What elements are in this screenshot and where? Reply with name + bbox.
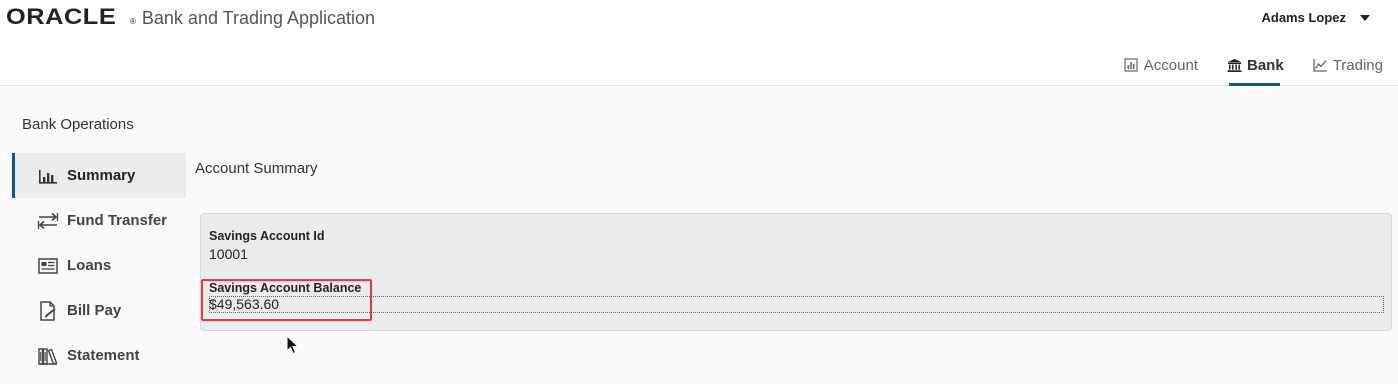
user-menu[interactable]: Adams Lopez: [1261, 10, 1370, 25]
account-id-field: Savings Account Id 10001: [209, 229, 325, 262]
mouse-cursor-icon: [286, 334, 300, 360]
oracle-logo: ORACLE ® Bank and Trading Application: [6, 4, 375, 30]
bar-chart-icon: [1124, 57, 1139, 73]
tab-account-label: Account: [1143, 56, 1198, 74]
bank-icon: [1227, 58, 1242, 73]
sidebar-item-label: Bill Pay: [67, 302, 122, 319]
top-nav: Account Bank Trading: [1110, 44, 1398, 86]
sidebar-item-summary[interactable]: Summary: [12, 153, 186, 198]
sidebar-item-label: Summary: [67, 167, 136, 184]
transfer-icon: [37, 211, 59, 231]
sidebar-item-label: Fund Transfer: [67, 212, 168, 229]
balance-focus-outline: [209, 296, 1384, 313]
account-id-value: 10001: [209, 246, 248, 262]
section-title: Bank Operations: [22, 116, 134, 133]
balance-highlight-box: [201, 279, 372, 321]
sidebar-item-label: Statement: [67, 347, 140, 364]
chevron-down-icon[interactable]: [1360, 14, 1370, 21]
loans-icon: [37, 256, 59, 276]
account-id-label: Savings Account Id: [209, 229, 325, 243]
sidebar-item-bill-pay[interactable]: Bill Pay: [12, 288, 186, 333]
app-header: ORACLE ® Bank and Trading Application Ad…: [0, 0, 1398, 86]
sidebar-item-fund-transfer[interactable]: Fund Transfer: [12, 198, 186, 243]
line-chart-icon: [1313, 58, 1328, 73]
app-title: Bank and Trading Application: [141, 8, 376, 28]
tab-bank[interactable]: Bank: [1213, 44, 1296, 86]
sidebar-item-statement[interactable]: Statement: [12, 333, 186, 378]
summary-chart-icon: [37, 166, 59, 186]
bill-pay-icon: [37, 300, 59, 321]
user-name[interactable]: Adams Lopez: [1261, 10, 1346, 25]
tab-trading[interactable]: Trading: [1299, 44, 1395, 86]
brand-name: ORACLE: [6, 4, 117, 29]
statement-icon: [37, 346, 59, 366]
tab-account[interactable]: Account: [1110, 44, 1210, 86]
sidebar-item-label: Loans: [67, 257, 112, 274]
account-summary-card: Savings Account Id 10001 Savings Account…: [200, 213, 1392, 331]
page-title: Account Summary: [195, 160, 318, 177]
tab-trading-label: Trading: [1332, 56, 1383, 74]
sidebar-nav: Summary Fund Transfer Loans Bill Pay Sta…: [12, 153, 186, 378]
sidebar-item-loans[interactable]: Loans: [12, 243, 186, 288]
tab-bank-label: Bank: [1247, 56, 1284, 74]
